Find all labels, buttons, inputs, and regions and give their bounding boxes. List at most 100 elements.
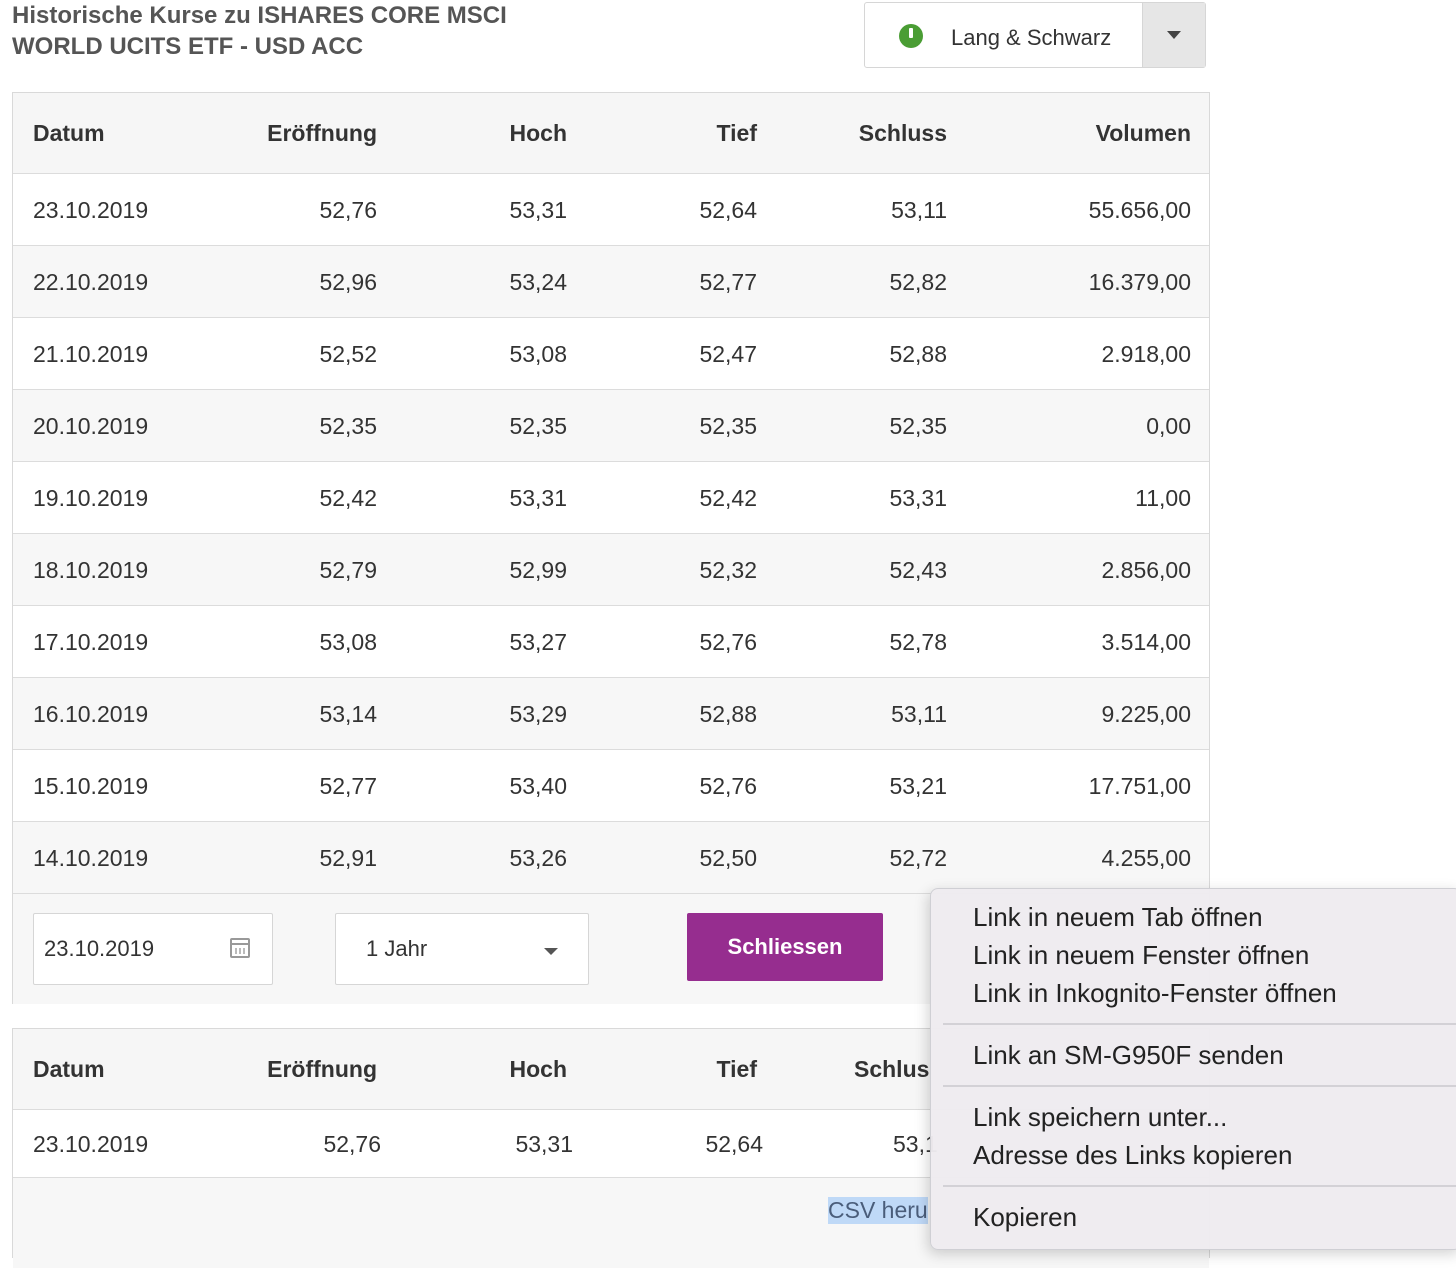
column-header-datum: Datum — [33, 1055, 105, 1082]
history-table-panel: Datum Eröffnung Hoch Tief Schluss Volume… — [12, 92, 1210, 1004]
cell-high: 53,26 — [509, 844, 567, 871]
cell-open: 53,14 — [319, 700, 377, 727]
column-header-eroeffnung: Eröffnung — [267, 119, 377, 146]
cell-high: 53,40 — [509, 772, 567, 799]
table-row: 20.10.2019 52,35 52,35 52,35 52,35 0,00 — [13, 389, 1209, 462]
cell-low: 52,64 — [705, 1130, 763, 1157]
table-row: 16.10.2019 53,14 53,29 52,88 53,11 9.225… — [13, 677, 1209, 750]
cell-low: 52,50 — [699, 844, 757, 871]
cell-date: 21.10.2019 — [33, 340, 149, 367]
cell-close: 52,78 — [889, 628, 947, 655]
menu-item-open-new-window[interactable]: Link in neuem Fenster öffnen — [973, 937, 1309, 973]
cell-open: 52,96 — [319, 268, 377, 295]
cell-high: 53,24 — [509, 268, 567, 295]
cell-volume: 17.751,00 — [1088, 772, 1191, 799]
column-header-eroeffnung: Eröffnung — [267, 1055, 377, 1082]
cell-volume: 4.255,00 — [1101, 844, 1191, 871]
cell-high: 52,35 — [509, 412, 567, 439]
exchange-dropdown-toggle[interactable] — [1142, 3, 1205, 67]
cell-high: 53,31 — [509, 196, 567, 223]
column-header-hoch: Hoch — [509, 119, 568, 146]
cell-low: 52,76 — [699, 628, 757, 655]
cell-open: 52,76 — [323, 1130, 381, 1157]
cell-high: 53,31 — [515, 1130, 573, 1157]
cell-date: 20.10.2019 — [33, 412, 149, 439]
cell-open: 53,08 — [319, 628, 377, 655]
menu-item-open-new-tab[interactable]: Link in neuem Tab öffnen — [973, 899, 1263, 935]
cell-date: 17.10.2019 — [33, 628, 149, 655]
page-title-line1: Historische Kurse zu ISHARES CORE MSCI — [12, 2, 507, 29]
table-row: 22.10.2019 52,96 53,24 52,77 52,82 16.37… — [13, 245, 1209, 318]
cell-low: 52,64 — [699, 196, 757, 223]
cell-open: 52,35 — [319, 412, 377, 439]
cell-date: 16.10.2019 — [33, 700, 149, 727]
cell-close: 53,11 — [891, 700, 947, 727]
cell-volume: 2.856,00 — [1101, 556, 1191, 583]
context-menu: Link in neuem Tab öffnen Link in neuem F… — [930, 888, 1456, 1250]
cell-high: 53,29 — [509, 700, 567, 727]
column-header-hoch: Hoch — [509, 1055, 568, 1082]
cell-volume: 0,00 — [1146, 412, 1191, 439]
cell-date: 22.10.2019 — [33, 268, 149, 295]
cell-high: 53,27 — [509, 628, 567, 655]
cell-open: 52,77 — [319, 772, 377, 799]
close-button[interactable]: Schliessen — [687, 913, 883, 981]
menu-item-save-link-as[interactable]: Link speichern unter... — [973, 1099, 1227, 1135]
cell-close: 53,11 — [891, 196, 947, 223]
cell-volume: 11,00 — [1135, 484, 1191, 511]
cell-volume: 16.379,00 — [1088, 268, 1191, 295]
cell-open: 52,76 — [319, 196, 377, 223]
cell-volume: 55.656,00 — [1088, 196, 1191, 223]
table-header: Datum Eröffnung Hoch Tief Schluss Volume… — [13, 93, 1209, 173]
cell-low: 52,47 — [699, 340, 757, 367]
cell-close: 52,72 — [889, 844, 947, 871]
date-input[interactable]: 23.10.2019 — [33, 913, 273, 985]
table-row: 15.10.2019 52,77 53,40 52,76 53,21 17.75… — [13, 749, 1209, 822]
cell-close: 52,43 — [889, 556, 947, 583]
cell-high: 53,08 — [509, 340, 567, 367]
cell-volume: 2.918,00 — [1101, 340, 1191, 367]
cell-low: 52,76 — [699, 772, 757, 799]
cell-date: 14.10.2019 — [33, 844, 149, 871]
table-row: 18.10.2019 52,79 52,99 52,32 52,43 2.856… — [13, 533, 1209, 606]
column-header-tief: Tief — [716, 119, 757, 146]
cell-high: 52,99 — [509, 556, 567, 583]
calendar-icon[interactable] — [230, 938, 250, 958]
cell-date: 15.10.2019 — [33, 772, 149, 799]
cell-date: 23.10.2019 — [33, 196, 149, 223]
table-row: 23.10.2019 52,76 53,31 52,64 53,11 55.65… — [13, 173, 1209, 246]
menu-item-send-to-device[interactable]: Link an SM-G950F senden — [973, 1037, 1284, 1073]
cell-close: 53,21 — [889, 772, 947, 799]
column-header-tief: Tief — [716, 1055, 757, 1082]
table-row: 19.10.2019 52,42 53,31 52,42 53,31 11,00 — [13, 461, 1209, 534]
menu-separator — [943, 1085, 1456, 1087]
cell-low: 52,88 — [699, 700, 757, 727]
menu-item-copy-link-address[interactable]: Adresse des Links kopieren — [973, 1137, 1292, 1173]
cell-volume: 3.514,00 — [1101, 628, 1191, 655]
page-title: Historische Kurse zu ISHARES CORE MSCI W… — [12, 0, 572, 62]
table-row: 14.10.2019 52,91 53,26 52,50 52,72 4.255… — [13, 821, 1209, 894]
page-title-line2: WORLD UCITS ETF - USD ACC — [12, 33, 364, 60]
cell-high: 53,31 — [509, 484, 567, 511]
power-status-icon — [899, 24, 923, 48]
cell-low: 52,35 — [699, 412, 757, 439]
cell-date: 18.10.2019 — [33, 556, 149, 583]
table-row: 21.10.2019 52,52 53,08 52,47 52,88 2.918… — [13, 317, 1209, 390]
menu-separator — [943, 1023, 1456, 1025]
period-select[interactable]: 1 Jahr — [335, 913, 589, 985]
table-row: 17.10.2019 53,08 53,27 52,76 52,78 3.514… — [13, 605, 1209, 678]
chevron-down-icon — [544, 948, 558, 955]
cell-open: 52,52 — [319, 340, 377, 367]
cell-date: 23.10.2019 — [33, 1130, 149, 1157]
csv-download-link[interactable]: CSV heru — [828, 1197, 928, 1224]
column-header-datum: Datum — [33, 119, 105, 146]
menu-item-copy[interactable]: Kopieren — [973, 1199, 1077, 1235]
column-header-volumen: Volumen — [1095, 119, 1191, 146]
cell-open: 52,91 — [319, 844, 377, 871]
cell-volume: 9.225,00 — [1101, 700, 1191, 727]
menu-item-open-incognito[interactable]: Link in Inkognito-Fenster öffnen — [973, 975, 1337, 1011]
exchange-selector[interactable]: Lang & Schwarz — [864, 2, 1206, 68]
cell-close: 52,35 — [889, 412, 947, 439]
date-input-value: 23.10.2019 — [44, 936, 155, 961]
cell-close: 52,82 — [889, 268, 947, 295]
